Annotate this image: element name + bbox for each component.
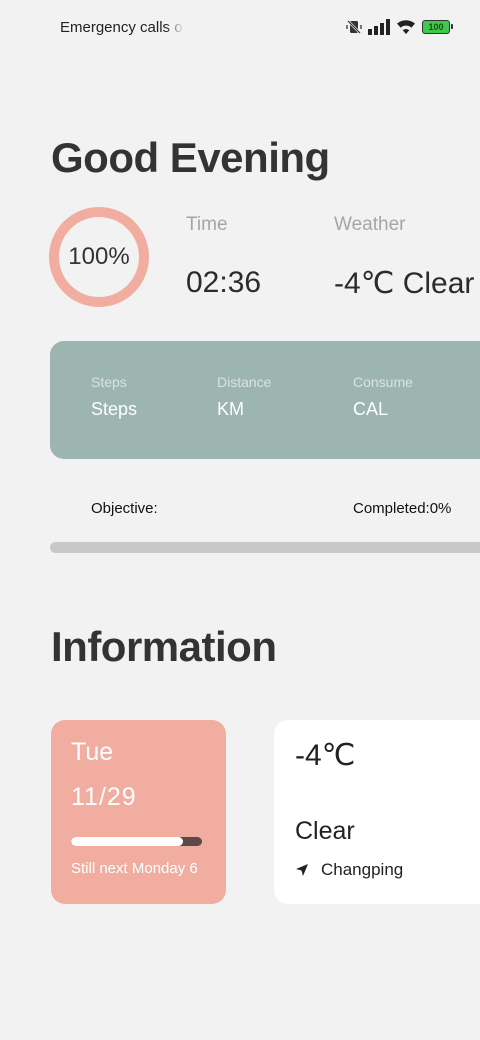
steps-label: Steps (91, 374, 127, 390)
objective-label: Objective: (91, 500, 158, 517)
weather-value: -4℃ Clear (334, 267, 475, 300)
week-progress-fill (71, 837, 184, 846)
objective-progress-bar (50, 542, 480, 553)
consume-label: Consume (353, 374, 413, 390)
time-value: 02:36 (186, 266, 262, 299)
day-of-week: Tue (71, 738, 114, 766)
battery-ring-label: 100% (68, 243, 130, 270)
weather-label: Weather (334, 214, 406, 235)
status-icons: 100 (346, 17, 453, 37)
battery-icon: 100 (422, 20, 453, 34)
distance-value: KM (217, 399, 244, 419)
date-value: 11/29 (71, 783, 137, 811)
signal-icon (368, 19, 390, 35)
time-label: Time (186, 214, 228, 235)
activity-card[interactable]: Steps Steps Distance KM Consume CAL (50, 341, 480, 459)
status-bar: Emergency calls o 100 (0, 0, 480, 56)
weather-condition: Clear (295, 817, 355, 845)
weather-location: Changping (321, 860, 404, 879)
week-progress-bar (71, 837, 202, 846)
distance-label: Distance (217, 374, 272, 390)
date-card[interactable]: Tue 11/29 Still next Monday 6 (51, 720, 226, 904)
weather-card[interactable]: -4℃ Clear Changping (274, 720, 480, 904)
home-screen: Emergency calls o 100 Good Evening 100% … (0, 0, 480, 1040)
wifi-icon (396, 19, 416, 35)
steps-value: Steps (91, 399, 138, 419)
week-note: Still next Monday 6 (71, 860, 198, 877)
mute-vibrate-icon (346, 19, 362, 35)
completed-label: Completed:0% (353, 500, 452, 517)
navigation-arrow-icon (296, 864, 308, 876)
greeting-title: Good Evening (51, 134, 330, 181)
consume-value: CAL (353, 399, 389, 419)
status-text: Emergency calls o (60, 19, 183, 36)
information-title: Information (51, 623, 277, 670)
weather-temperature: -4℃ (295, 739, 356, 772)
